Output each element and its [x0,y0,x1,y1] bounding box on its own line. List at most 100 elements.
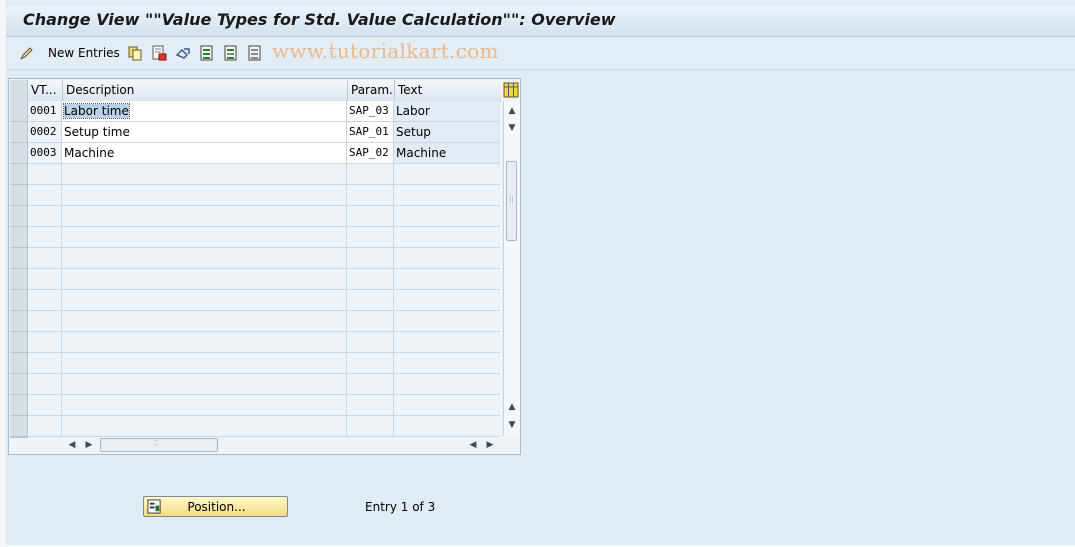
cell-vt: 0003 [28,143,62,163]
row-selector[interactable] [10,248,28,269]
undo-icon[interactable] [175,45,191,61]
cell-description[interactable]: Machine [62,143,347,163]
column-header-description[interactable]: Description [63,80,348,101]
cell-description [62,206,347,226]
scroll-left-arrow-icon[interactable]: ◀ [64,437,80,453]
table-row: 0002 Setup time SAP_01 Setup [28,122,500,143]
cell-vt: 0001 [28,101,62,121]
cell-vt [28,185,62,205]
table-row [28,206,500,227]
copy-icon[interactable] [127,45,143,61]
cell-param[interactable]: SAP_01 [347,122,394,142]
vertical-scrollbar[interactable]: ▲ ▼ ⁞⁞ ▲ ▼ [503,101,520,436]
cell-param [347,269,394,289]
row-selector[interactable] [10,374,28,395]
cell-param [347,374,394,394]
table-row [28,227,500,248]
grip-icon: ⁞⁞ [509,196,514,204]
table-row [28,332,500,353]
cell-vt: 0002 [28,122,62,142]
scroll-page-down-arrow-icon[interactable]: ▼ [504,417,520,433]
row-selector[interactable] [10,101,28,122]
row-selector[interactable] [10,143,28,164]
cell-text [394,290,500,310]
column-header-param[interactable]: Param. [348,80,395,101]
cell-text-text: Setup [396,125,431,139]
cell-description[interactable]: Setup time [62,122,347,142]
row-selector[interactable] [10,395,28,416]
table-row [28,185,500,206]
cell-text: Labor [394,101,500,121]
select-all-rows-cell[interactable] [10,80,28,101]
cell-description [62,185,347,205]
table-row [28,311,500,332]
row-selector[interactable] [10,122,28,143]
cell-vt-text: 0003 [30,146,57,159]
scroll-page-up-arrow-icon[interactable]: ▲ [504,399,520,415]
column-header-vt[interactable]: VT... [28,80,63,101]
cell-description-text: Machine [64,146,115,160]
table-settings-icon[interactable] [503,82,519,98]
window-left-frame [0,0,6,547]
position-button-label: Position... [187,500,246,514]
cell-param [347,311,394,331]
row-selector[interactable] [10,416,28,437]
select-all-icon[interactable] [199,45,215,61]
cell-description [62,332,347,352]
cell-param[interactable]: SAP_02 [347,143,394,163]
row-selector[interactable] [10,269,28,290]
vertical-scroll-thumb[interactable]: ⁞⁞ [506,161,517,241]
scroll-far-right-arrow-icon[interactable]: ▶ [482,437,498,453]
watermark-text: www.tutorialkart.com [272,39,499,63]
cell-description [62,353,347,373]
cell-vt [28,311,62,331]
horizontal-scrollbar[interactable]: ◀ ▶ ⁚⁚ ◀ ▶ [28,436,500,454]
horizontal-scroll-thumb[interactable]: ⁚⁚ [100,438,218,452]
cell-param-text: SAP_03 [349,104,389,117]
row-selector[interactable] [10,206,28,227]
cell-vt [28,416,62,436]
cell-text-text: Labor [396,104,430,118]
row-selector[interactable] [10,290,28,311]
new-entries-button[interactable]: New Entries [48,46,120,60]
edit-pencil-icon[interactable] [19,45,35,61]
row-selector[interactable] [10,353,28,374]
cell-text [394,185,500,205]
cell-description[interactable]: Labor time [62,101,347,121]
row-selector-filler [10,437,28,438]
cell-param [347,395,394,415]
scroll-up-arrow-icon[interactable]: ▲ [504,103,520,119]
row-selector[interactable] [10,227,28,248]
table-row [28,290,500,311]
cell-vt [28,206,62,226]
position-button[interactable]: Position... [143,496,288,517]
table-row [28,395,500,416]
scroll-far-left-arrow-icon[interactable]: ◀ [465,437,481,453]
cell-vt-text: 0002 [30,125,57,138]
cell-param [347,164,394,184]
table-row [28,416,500,437]
cell-vt [28,332,62,352]
delete-icon[interactable] [151,45,167,61]
cell-description [62,248,347,268]
cell-text: Machine [394,143,500,163]
select-block-icon[interactable] [223,45,239,61]
cell-vt [28,374,62,394]
cell-text [394,416,500,436]
scroll-right-arrow-icon[interactable]: ▶ [81,437,97,453]
scroll-down-arrow-icon[interactable]: ▼ [504,120,520,136]
row-selector[interactable] [10,185,28,206]
row-selector[interactable] [10,311,28,332]
cell-vt [28,353,62,373]
cell-vt [28,164,62,184]
table-row: 0003 Machine SAP_02 Machine [28,143,500,164]
table-row [28,164,500,185]
table-header: VT... Description Param. Text [10,80,501,102]
cell-text [394,164,500,184]
deselect-all-icon[interactable] [247,45,263,61]
row-selector[interactable] [10,164,28,185]
row-selector[interactable] [10,332,28,353]
cell-description [62,416,347,436]
column-header-text[interactable]: Text [395,80,501,101]
cell-param[interactable]: SAP_03 [347,101,394,121]
